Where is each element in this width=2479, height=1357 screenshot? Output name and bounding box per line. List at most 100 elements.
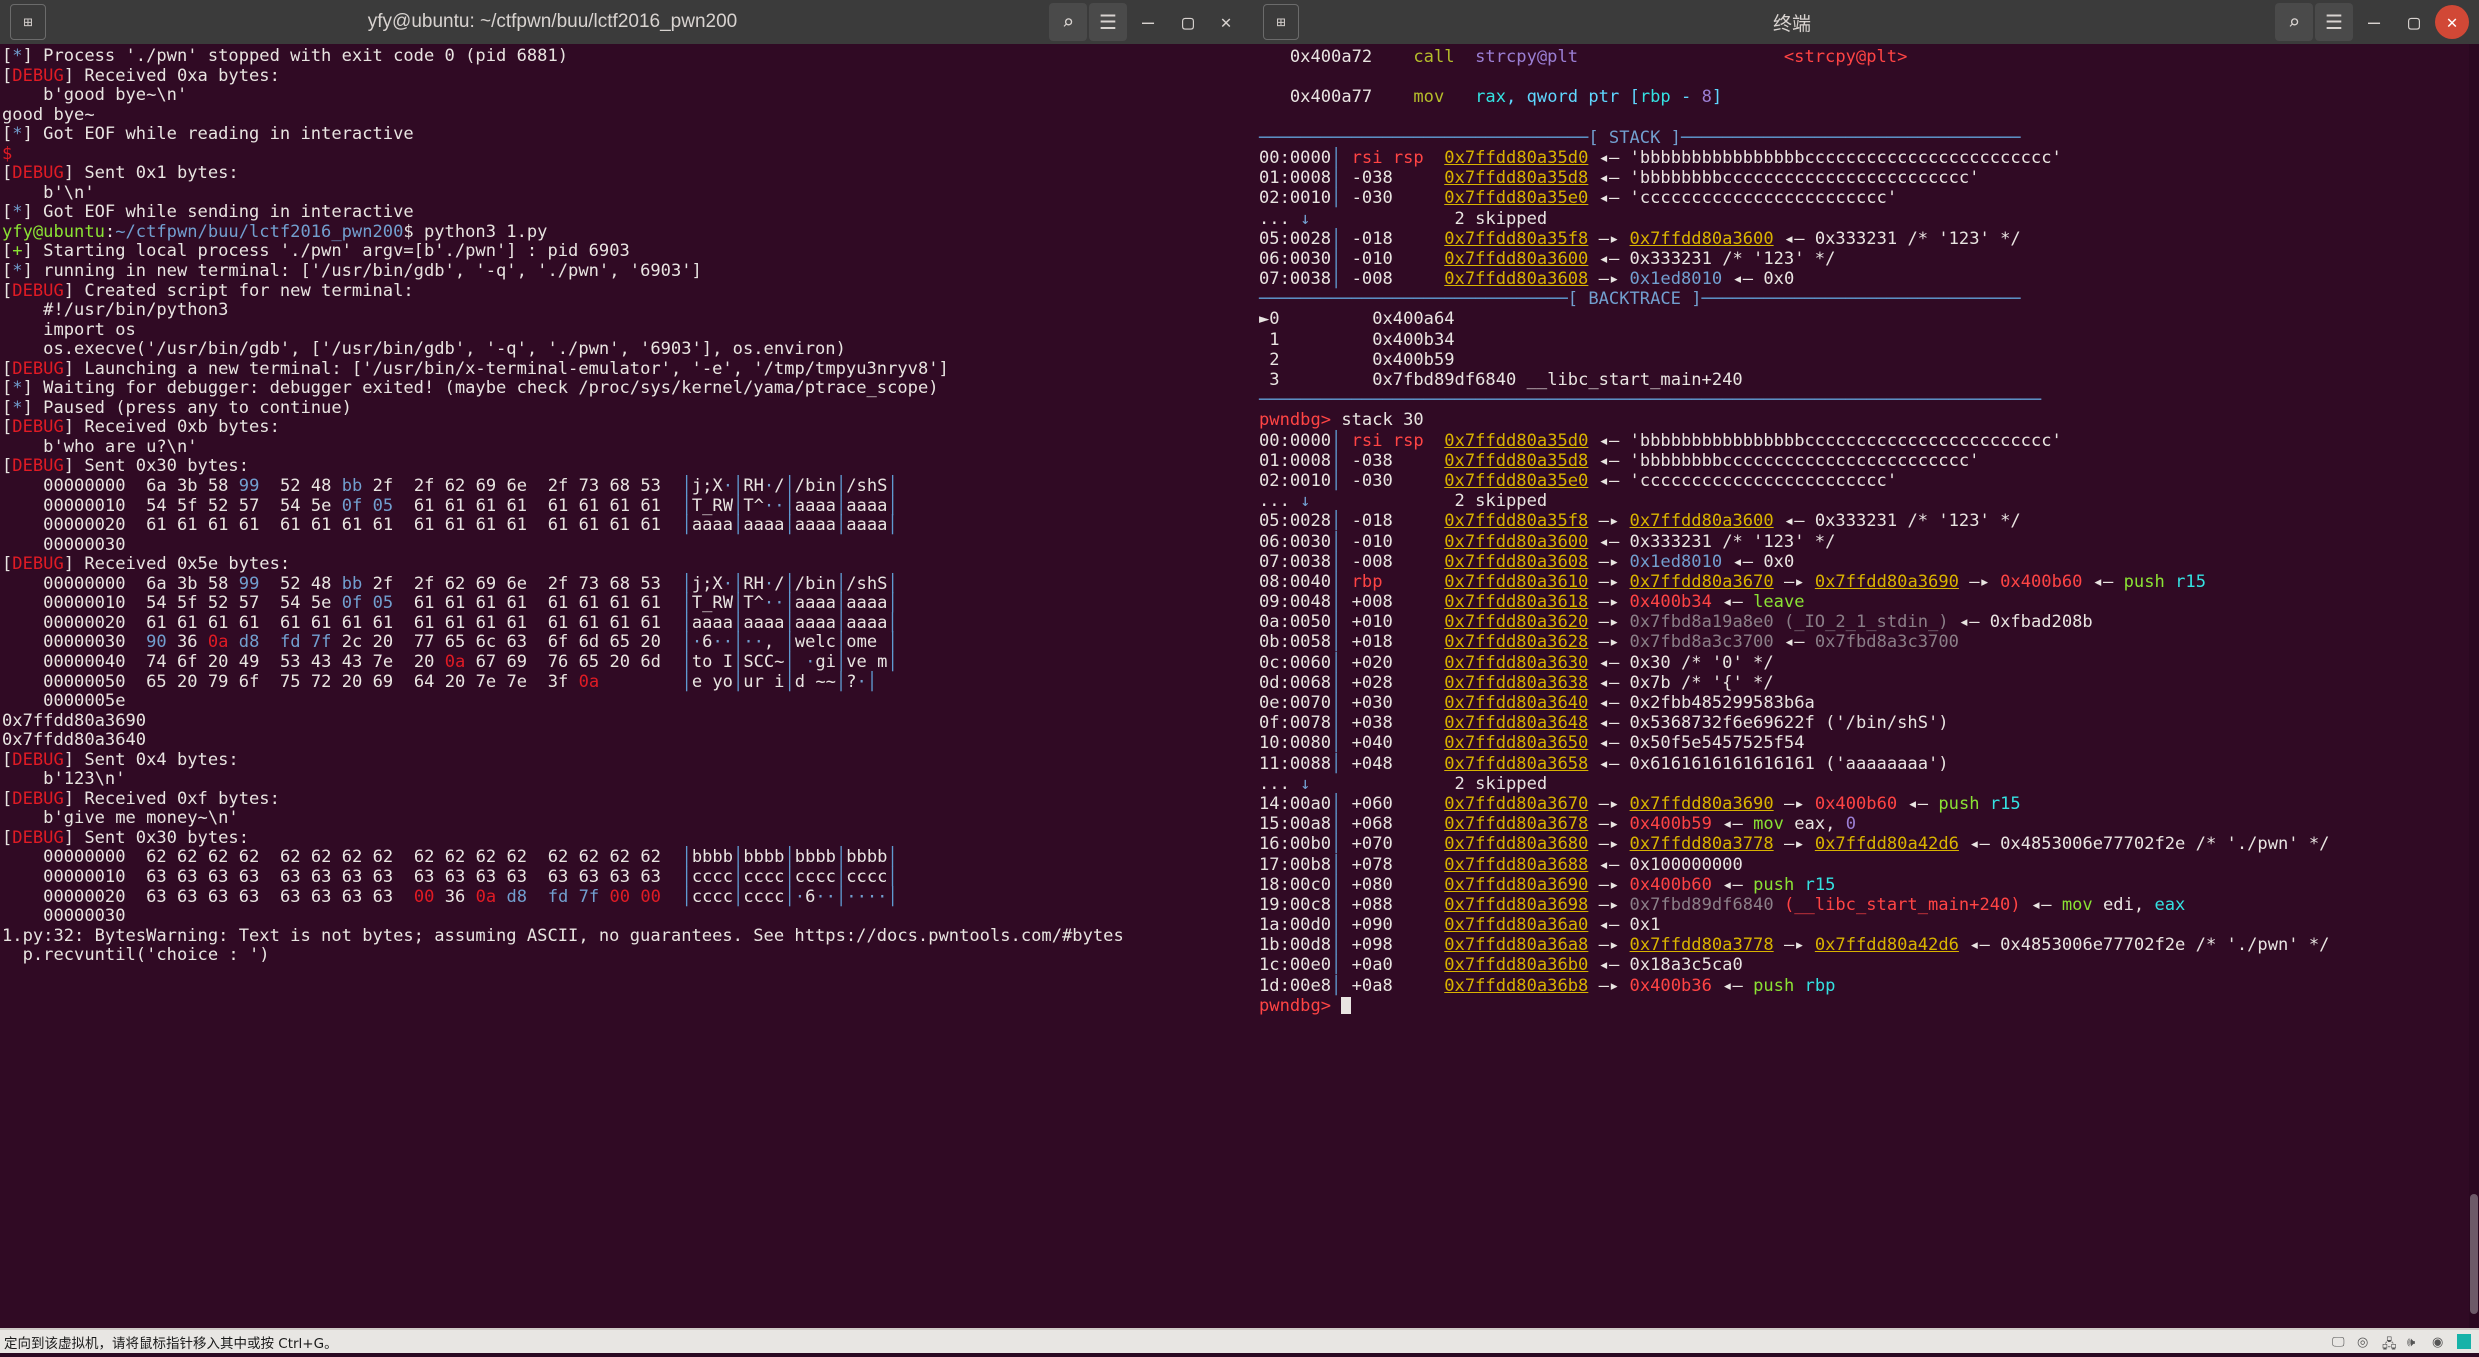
right-terminal-output[interactable]: 0x400a72 call strcpy@plt <strcpy@plt> 0x… xyxy=(1253,44,2479,1330)
screen-icon[interactable]: 🖵 xyxy=(2332,1335,2348,1350)
terminal-line: [DEBUG] Sent 0x30 bytes: xyxy=(2,827,250,848)
terminal-line: 00000010 54 5f 52 57 54 5e 0f 05 61 61 6… xyxy=(43,495,898,516)
terminal-line: 11:0088│ +048 0x7ffdd80a3658 ◂— 0x616161… xyxy=(1259,753,1949,774)
terminal-line: ... ↓ 2 skipped xyxy=(1259,208,1548,229)
terminal-line: 09:0048│ +008 0x7ffdd80a3618 —▸ 0x400b34… xyxy=(1259,592,1805,613)
terminal-line: 1b:00d8│ +098 0x7ffdd80a36a8 —▸ 0x7ffdd8… xyxy=(1259,935,2330,956)
terminal-line: 05:0028│ -018 0x7ffdd80a35f8 —▸ 0x7ffdd8… xyxy=(1259,511,2021,532)
terminal-line: 0d:0068│ +028 0x7ffdd80a3638 ◂— 0x7b /* … xyxy=(1259,672,1774,693)
close-icon[interactable]: ✕ xyxy=(2435,5,2469,39)
terminal-line: 3 0x7fbd89df6840 __libc_start_main+240 xyxy=(1269,370,1743,390)
right-window-controls: ⌕ ☰ – ▢ ✕ xyxy=(2275,0,2479,44)
terminal-line: 00000030 90 36 0a d8 fd 7f 2c 20 77 65 6… xyxy=(43,632,898,653)
terminal-line: 0a:0050│ +010 0x7ffdd80a3620 —▸ 0x7fbd8a… xyxy=(1259,612,2093,633)
vm-status-bar: 定向到该虚拟机，请将鼠标指针移入其中或按 Ctrl+G。 🖵 ◎ 🖧 🕪 ◉ xyxy=(0,1330,2479,1353)
hamburger-menu-icon[interactable]: ☰ xyxy=(1089,3,1127,41)
terminal-line: 00000000 6a 3b 58 99 52 48 bb 2f 2f 62 6… xyxy=(43,476,898,497)
terminal-line: 00000020 63 63 63 63 63 63 63 63 00 36 0… xyxy=(43,886,898,907)
terminal-line: 10:0080│ +040 0x7ffdd80a3650 ◂— 0x50f5e5… xyxy=(1259,733,1805,754)
terminal-line: 0x400a72 call strcpy@plt <strcpy@plt> xyxy=(1289,47,1908,67)
terminal-line: 0c:0060│ +020 0x7ffdd80a3630 ◂— 0x30 /* … xyxy=(1259,652,1774,673)
terminal-line: 16:00b0│ +070 0x7ffdd80a3680 —▸ 0x7ffdd8… xyxy=(1259,834,2330,855)
terminal-line: ────────────────────────────────────────… xyxy=(1259,390,2042,411)
terminal-line: 0b:0058│ +018 0x7ffdd80a3628 —▸ 0x7fbd8a… xyxy=(1259,632,1959,653)
terminal-line: [*] Got EOF while sending in interactive xyxy=(2,202,414,223)
terminal-line: 14:00a0│ +060 0x7ffdd80a3670 —▸ 0x7ffdd8… xyxy=(1259,793,2021,814)
left-window-controls: ⌕ ☰ – ▢ ✕ xyxy=(1049,0,1253,44)
terminal-line: [DEBUG] Launching a new terminal: ['/usr… xyxy=(2,358,949,379)
terminal-line: [DEBUG] Created script for new terminal: xyxy=(2,280,414,301)
vm-active-indicator xyxy=(2457,1334,2471,1349)
terminal-line: b'good bye~\n' xyxy=(2,85,188,106)
terminal-line: 2 0x400b59 xyxy=(1269,349,1455,370)
terminal-line: [DEBUG] Received 0x5e bytes: xyxy=(2,554,291,575)
network-icon[interactable]: 🖧 xyxy=(2382,1335,2398,1352)
search-icon[interactable]: ⌕ xyxy=(2275,3,2313,41)
terminal-line: 15:00a8│ +068 0x7ffdd80a3678 —▸ 0x400b59… xyxy=(1259,814,1857,835)
terminal-line: [DEBUG] Sent 0x1 bytes: xyxy=(2,163,239,184)
terminal-line: ... ↓ 2 skipped xyxy=(1259,773,1548,794)
scrollbar-thumb[interactable] xyxy=(2470,1194,2478,1314)
terminal-line: 0000005e xyxy=(2,691,126,712)
terminal-line: $ xyxy=(2,143,13,164)
terminal-line: pwndbg> xyxy=(1259,996,2479,1016)
terminal-line: 01:0008│ -038 0x7ffdd80a35d8 ◂— 'bbbbbbb… xyxy=(1259,168,1980,189)
terminal-line: 00000040 74 6f 20 49 53 43 43 7e 20 0a 6… xyxy=(43,651,898,672)
terminal-line: 1.py:32: BytesWarning: Text is not bytes… xyxy=(2,925,1124,946)
terminal-line: 00000030 xyxy=(2,534,126,555)
new-tab-icon[interactable]: ⊞ xyxy=(10,4,46,40)
terminal-line: pwndbg> stack 30 xyxy=(1259,410,1424,431)
terminal-window-left: ⊞ yfy@ubuntu: ~/ctfpwn/buu/lctf2016_pwn2… xyxy=(0,0,1253,1330)
terminal-line: b'123\n' xyxy=(2,769,126,790)
vm-status-text: 定向到该虚拟机，请将鼠标指针移入其中或按 Ctrl+G。 xyxy=(4,1335,338,1352)
terminal-line: 17:00b8│ +078 0x7ffdd80a3688 ◂— 0x100000… xyxy=(1259,854,1743,875)
right-titlebar: ⊞ 终端 ⌕ ☰ – ▢ ✕ xyxy=(1253,0,2479,45)
terminal-line: [DEBUG] Received 0xf bytes: xyxy=(2,788,280,809)
right-window-title: 终端 xyxy=(1772,13,1811,35)
disc-icon[interactable]: ◎ xyxy=(2357,1335,2373,1350)
maximize-icon[interactable]: ▢ xyxy=(1169,3,1207,41)
right-terminal-scrollbar[interactable] xyxy=(2469,44,2479,1330)
terminal-line: 1a:00d0│ +090 0x7ffdd80a36a0 ◂— 0x1 xyxy=(1259,915,1661,936)
sound-icon[interactable]: 🕪 xyxy=(2407,1335,2423,1350)
minimize-icon[interactable]: – xyxy=(1129,3,1167,41)
terminal-line: 1d:00e8│ +0a8 0x7ffdd80a36b8 —▸ 0x400b36… xyxy=(1259,975,1836,996)
search-icon[interactable]: ⌕ xyxy=(1049,3,1087,41)
maximize-icon[interactable]: ▢ xyxy=(2395,3,2433,41)
terminal-line: [DEBUG] Sent 0x4 bytes: xyxy=(2,749,239,770)
terminal-line: 00000020 61 61 61 61 61 61 61 61 61 61 6… xyxy=(43,515,898,536)
terminal-line: ►0 0x400a64 xyxy=(1259,309,1455,330)
terminal-line: 1 0x400b34 xyxy=(1269,329,1455,350)
terminal-line: 01:0008│ -038 0x7ffdd80a35d8 ◂— 'bbbbbbb… xyxy=(1259,450,1980,471)
terminal-line: import os xyxy=(2,319,136,340)
minimize-icon[interactable]: – xyxy=(2355,3,2393,41)
terminal-line: 00000030 xyxy=(2,906,126,927)
terminal-line: 00000000 6a 3b 58 99 52 48 bb 2f 2f 62 6… xyxy=(43,573,898,594)
terminal-line: [*] Got EOF while reading in interactive xyxy=(2,124,414,145)
left-newtab-slot[interactable]: ⊞ xyxy=(0,0,56,44)
hamburger-menu-icon[interactable]: ☰ xyxy=(2315,3,2353,41)
terminal-window-right: ⊞ 终端 ⌕ ☰ – ▢ ✕ 0x400a72 call strcpy@plt … xyxy=(1253,0,2479,1330)
terminal-line: 00000010 54 5f 52 57 54 5e 0f 05 61 61 6… xyxy=(43,593,898,614)
vm-status-icons: 🖵 ◎ 🖧 🕪 ◉ xyxy=(2332,1334,2479,1352)
right-newtab-slot[interactable]: ⊞ xyxy=(1253,0,1309,44)
terminal-line: [DEBUG] Received 0xb bytes: xyxy=(2,417,280,438)
terminal-line: 02:0010│ -030 0x7ffdd80a35e0 ◂— 'ccccccc… xyxy=(1259,470,1898,491)
usb-icon[interactable]: ◉ xyxy=(2432,1335,2448,1350)
terminal-line: p.recvuntil('choice : ') xyxy=(2,945,270,966)
terminal-line: 0x400a77 mov rax, qword ptr [rbp - 8] xyxy=(1289,87,1723,108)
close-icon[interactable]: ✕ xyxy=(1209,5,1243,39)
terminal-line: 00000020 61 61 61 61 61 61 61 61 61 61 6… xyxy=(43,612,898,633)
terminal-line: [DEBUG] Sent 0x30 bytes: xyxy=(2,456,250,477)
left-terminal-output[interactable]: [*] Process './pwn' stopped with exit co… xyxy=(0,44,1253,1330)
terminal-line: [*] Paused (press any to continue) xyxy=(2,397,352,418)
new-tab-icon[interactable]: ⊞ xyxy=(1263,4,1299,40)
terminal-line: 0x7ffdd80a3690 xyxy=(2,710,147,731)
terminal-line: b'\n' xyxy=(2,182,95,203)
terminal-line: 00000050 65 20 79 6f 75 72 20 69 64 20 7… xyxy=(43,671,878,692)
terminal-line: 02:0010│ -030 0x7ffdd80a35e0 ◂— 'ccccccc… xyxy=(1259,188,1898,209)
terminal-line: [+] Starting local process './pwn' argv=… xyxy=(2,241,630,262)
terminal-line: 1c:00e0│ +0a0 0x7ffdd80a36b0 ◂— 0x18a3c5… xyxy=(1259,955,1743,976)
